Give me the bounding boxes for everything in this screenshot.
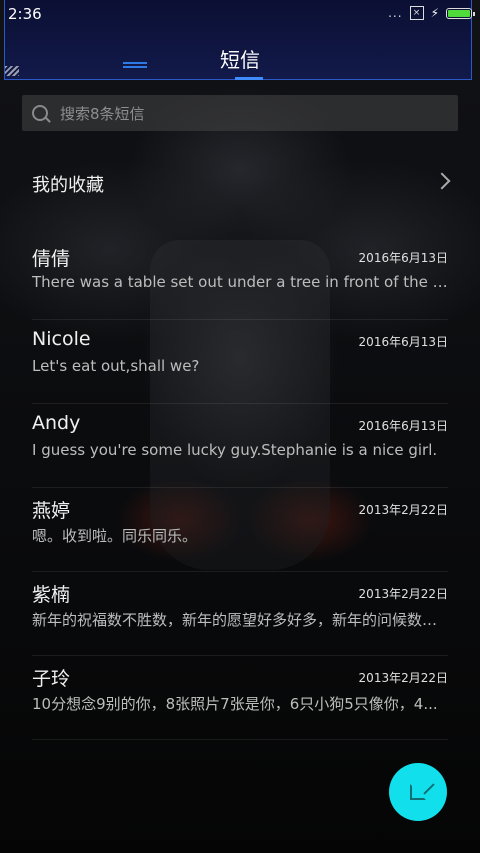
message-date: 2013年2月22日	[358, 671, 448, 685]
favorites-label: 我的收藏	[32, 175, 104, 196]
message-date: 2016年6月13日	[358, 335, 448, 349]
message-preview: 新年的祝福数不胜数，新年的愿望好多好多，新年的问候数不清...	[32, 611, 448, 629]
conversation-item[interactable]: Andy 2016年6月13日 I guess you're some luck…	[0, 404, 480, 488]
divider	[32, 739, 448, 740]
message-date: 2013年2月22日	[358, 503, 448, 517]
contact-name: 紫楠	[32, 584, 71, 606]
battery-fill	[448, 9, 470, 17]
status-time: 2:36	[8, 5, 42, 23]
charging-bolt-icon: ⚡	[430, 6, 439, 20]
more-dots-icon: ...	[388, 6, 403, 20]
compose-icon	[410, 784, 426, 800]
search-bar[interactable]	[22, 95, 458, 133]
conversation-item[interactable]: 燕婷 2013年2月22日 嗯。收到啦。同乐同乐。	[0, 488, 480, 572]
contact-name: 燕婷	[32, 500, 71, 522]
message-date: 2013年2月22日	[358, 587, 448, 601]
title-underline	[235, 77, 263, 80]
conversation-item[interactable]: 子玲 2013年2月22日 10分想念9别的你，8张照片7张是你，6只小狗5只像…	[0, 656, 480, 740]
contact-name: Andy	[32, 412, 81, 434]
page-title: 短信	[220, 48, 260, 72]
message-date: 2016年6月13日	[358, 419, 448, 433]
message-preview: 10分想念9别的你，8张照片7张是你，6只小狗5只像你，4...	[32, 695, 438, 713]
conversation-item[interactable]: Nicole 2016年6月13日 Let's eat out,shall we…	[0, 320, 480, 404]
battery-icon	[446, 7, 475, 19]
search-icon	[32, 105, 48, 121]
message-date: 2016年6月13日	[358, 251, 448, 265]
no-sim-icon: ×	[409, 6, 424, 20]
message-preview: Let's eat out,shall we?	[32, 357, 200, 375]
conversation-item[interactable]: 倩倩 2016年6月13日 There was a table set out …	[0, 236, 480, 320]
compose-button[interactable]	[389, 763, 447, 821]
status-icons: ... × ⚡	[388, 6, 475, 20]
chevron-right-icon	[433, 172, 451, 190]
favorites-row[interactable]: 我的收藏	[0, 152, 480, 214]
contact-name: Nicole	[32, 328, 91, 350]
message-preview: There was a table set out under a tree i…	[32, 273, 448, 291]
contact-name: 倩倩	[32, 248, 71, 270]
message-preview: I guess you're some lucky guy.Stephanie …	[32, 441, 438, 459]
search-input[interactable]	[58, 95, 452, 133]
conversation-item[interactable]: 紫楠 2013年2月22日 新年的祝福数不胜数，新年的愿望好多好多，新年的问候数…	[0, 572, 480, 656]
contact-name: 子玲	[32, 668, 71, 690]
status-bar: 2:36 ... × ⚡	[0, 0, 480, 28]
message-preview: 嗯。收到啦。同乐同乐。	[32, 527, 198, 545]
